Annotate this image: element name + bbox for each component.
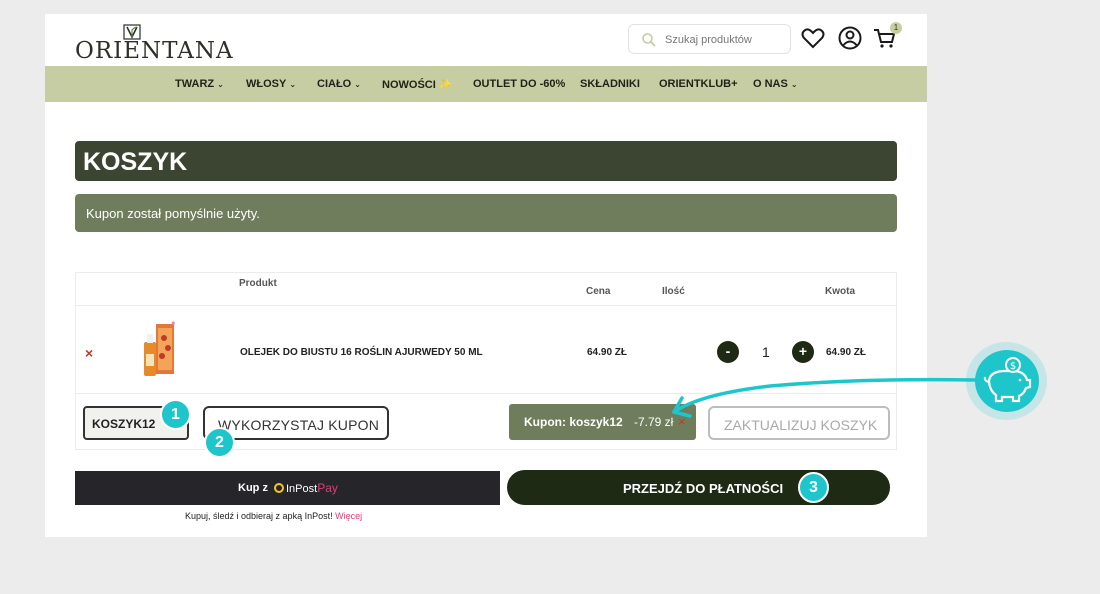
- search-icon: [642, 33, 656, 47]
- page-title: KOSZYK: [83, 148, 188, 176]
- star-icon: ✨: [438, 79, 453, 91]
- column-header-quantity: Ilość: [662, 286, 685, 297]
- cart-count-badge: 1: [890, 22, 902, 34]
- notice-text: Kupon został pomyślnie użyty.: [86, 206, 260, 221]
- inpost-more-link[interactable]: Więcej: [335, 511, 362, 521]
- divider: [76, 305, 896, 306]
- search-input[interactable]: Szukaj produktów: [628, 24, 791, 54]
- search-placeholder: Szukaj produktów: [665, 34, 752, 46]
- inpost-logo: InPostPay: [274, 481, 338, 495]
- svg-text:$: $: [1010, 361, 1016, 372]
- piggy-bank-icon: $: [975, 350, 1039, 412]
- logo-text: ORIENTANA: [75, 38, 234, 64]
- chevron-down-icon: ⌄: [790, 80, 798, 89]
- nav-item-outlet[interactable]: OUTLET DO -60%: [473, 78, 565, 90]
- product-name[interactable]: OLEJEK DO BIUSTU 16 ROŚLIN AJURWEDY 50 M…: [240, 347, 483, 358]
- arrow-icon: [672, 377, 977, 418]
- chevron-down-icon: ⌄: [354, 80, 361, 89]
- nav-item-wlosy[interactable]: WŁOSY ⌄: [246, 78, 296, 90]
- nav-item-twarz[interactable]: TWARZ ⌄: [175, 78, 224, 90]
- page: ORIENTANA Szukaj produktów 1 TWARZ ⌄ WŁOS…: [45, 14, 927, 537]
- nav-item-cialo[interactable]: CIAŁO ⌄: [317, 78, 361, 90]
- column-header-product: Produkt: [239, 278, 277, 289]
- row-amount: 64.90 ZŁ: [826, 347, 867, 358]
- logo[interactable]: ORIENTANA: [75, 24, 233, 64]
- inpost-note: Kupuj, śledź i odbieraj z apką InPost! W…: [185, 511, 363, 521]
- chevron-down-icon: ⌄: [289, 80, 297, 89]
- step-badge-1: 1: [160, 399, 191, 430]
- column-header-amount: Kwota: [825, 286, 855, 297]
- quantity-decrease-button[interactable]: -: [717, 341, 739, 363]
- nav-item-nowosci[interactable]: NOWOŚCI ✨: [382, 78, 453, 91]
- apply-coupon-label: WYKORZYSTAJ KUPON: [218, 417, 380, 433]
- coupon-code-value: KOSZYK12: [92, 417, 156, 431]
- proceed-to-checkout-button[interactable]: PRZEJDŹ DO PŁATNOŚCI: [507, 470, 890, 505]
- proceed-to-checkout-label: PRZEJDŹ DO PŁATNOŚCI: [623, 481, 784, 496]
- step-badge-3: 3: [798, 472, 829, 503]
- remove-item-button[interactable]: ×: [85, 345, 93, 361]
- product-thumbnail[interactable]: [138, 320, 178, 378]
- quantity-increase-button[interactable]: +: [792, 341, 814, 363]
- step-badge-2: 2: [204, 427, 235, 458]
- product-price: 64.90 ZŁ: [587, 347, 628, 358]
- coupon-success-notice: Kupon został pomyślnie użyty.: [75, 194, 897, 232]
- chevron-down-icon: ⌄: [217, 80, 224, 89]
- applied-coupon-label: Kupon: koszyk12: [524, 415, 623, 429]
- inpost-pay-button[interactable]: Kup z InPostPay: [75, 471, 500, 505]
- column-header-price: Cena: [586, 286, 611, 297]
- account-icon[interactable]: [837, 25, 863, 51]
- nav-item-o-nas[interactable]: O NAS ⌄: [753, 78, 798, 90]
- quantity-value[interactable]: 1: [762, 344, 770, 360]
- page-title-bar: KOSZYK: [75, 141, 897, 181]
- main-nav: TWARZ ⌄ WŁOSY ⌄ CIAŁO ⌄ NOWOŚCI ✨ OUTLET DO…: [45, 66, 927, 102]
- nav-item-skladniki[interactable]: SKŁADNIKI: [580, 78, 640, 90]
- inpost-prefix: Kup z: [238, 482, 268, 494]
- inpost-logo-icon: [274, 483, 284, 493]
- heart-icon[interactable]: [800, 25, 826, 51]
- nav-item-orientklub[interactable]: ORIENTKLUB+: [659, 78, 738, 90]
